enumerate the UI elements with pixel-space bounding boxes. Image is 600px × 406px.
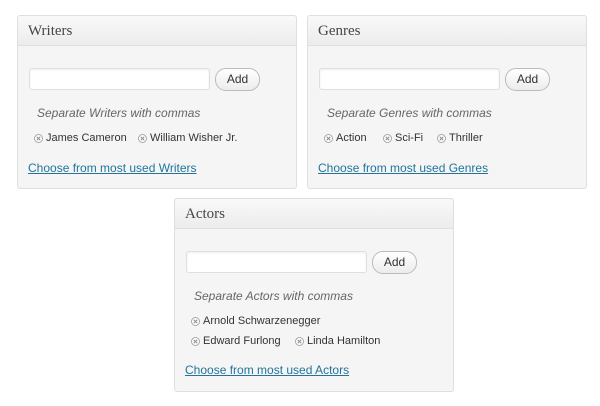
writers-hint: Separate Writers with commas [37, 106, 201, 120]
remove-tag-icon[interactable] [191, 316, 200, 326]
remove-tag-icon[interactable] [383, 133, 392, 143]
genres-tag-input[interactable] [319, 68, 500, 90]
tag-label: William Wisher Jr. [150, 132, 238, 144]
writers-panel-title: Writers [28, 23, 73, 39]
remove-tag-icon[interactable] [34, 133, 43, 143]
writers-most-used-link[interactable]: Choose from most used Writers [28, 161, 197, 175]
writers-add-button[interactable]: Add [215, 68, 260, 91]
writers-panel: Writers Add Separate Writers with commas… [17, 15, 297, 189]
actors-tag: Edward Furlong [191, 334, 281, 348]
tag-label: Edward Furlong [203, 335, 281, 347]
actors-tag: Arnold Schwarzenegger [191, 314, 320, 328]
writers-tag: James Cameron [34, 131, 127, 145]
actors-hint: Separate Actors with commas [194, 289, 353, 303]
genres-panel-header: Genres [308, 16, 586, 46]
remove-tag-icon[interactable] [138, 133, 147, 143]
tag-label: Thriller [449, 132, 483, 144]
remove-tag-icon[interactable] [295, 336, 304, 346]
writers-tag-input[interactable] [29, 68, 210, 90]
genres-panel: Genres Add Separate Genres with commas A… [307, 15, 587, 189]
tag-label: Arnold Schwarzenegger [203, 315, 321, 327]
writers-tag: William Wisher Jr. [138, 131, 237, 145]
actors-panel-title: Actors [185, 206, 225, 222]
tag-label: James Cameron [46, 132, 127, 144]
actors-panel-header: Actors [175, 199, 453, 229]
writers-panel-header: Writers [18, 16, 296, 46]
remove-tag-icon[interactable] [437, 133, 446, 143]
actors-panel: Actors Add Separate Actors with commas A… [174, 198, 454, 392]
remove-tag-icon[interactable] [324, 133, 333, 143]
actors-most-used-link[interactable]: Choose from most used Actors [185, 363, 349, 377]
genres-add-button[interactable]: Add [505, 68, 550, 91]
tag-label: Linda Hamilton [307, 335, 381, 347]
genres-most-used-link[interactable]: Choose from most used Genres [318, 161, 488, 175]
actors-tag: Linda Hamilton [295, 334, 380, 348]
genres-tag: Sci-Fi [383, 131, 423, 145]
actors-add-button[interactable]: Add [372, 251, 417, 274]
tag-label: Sci-Fi [395, 132, 424, 144]
genres-tag: Thriller [437, 131, 483, 145]
genres-tag: Action [324, 131, 367, 145]
remove-tag-icon[interactable] [191, 336, 200, 346]
tag-label: Action [336, 132, 367, 144]
genres-panel-title: Genres [318, 23, 361, 39]
actors-tag-input[interactable] [186, 251, 367, 273]
genres-hint: Separate Genres with commas [327, 106, 492, 120]
